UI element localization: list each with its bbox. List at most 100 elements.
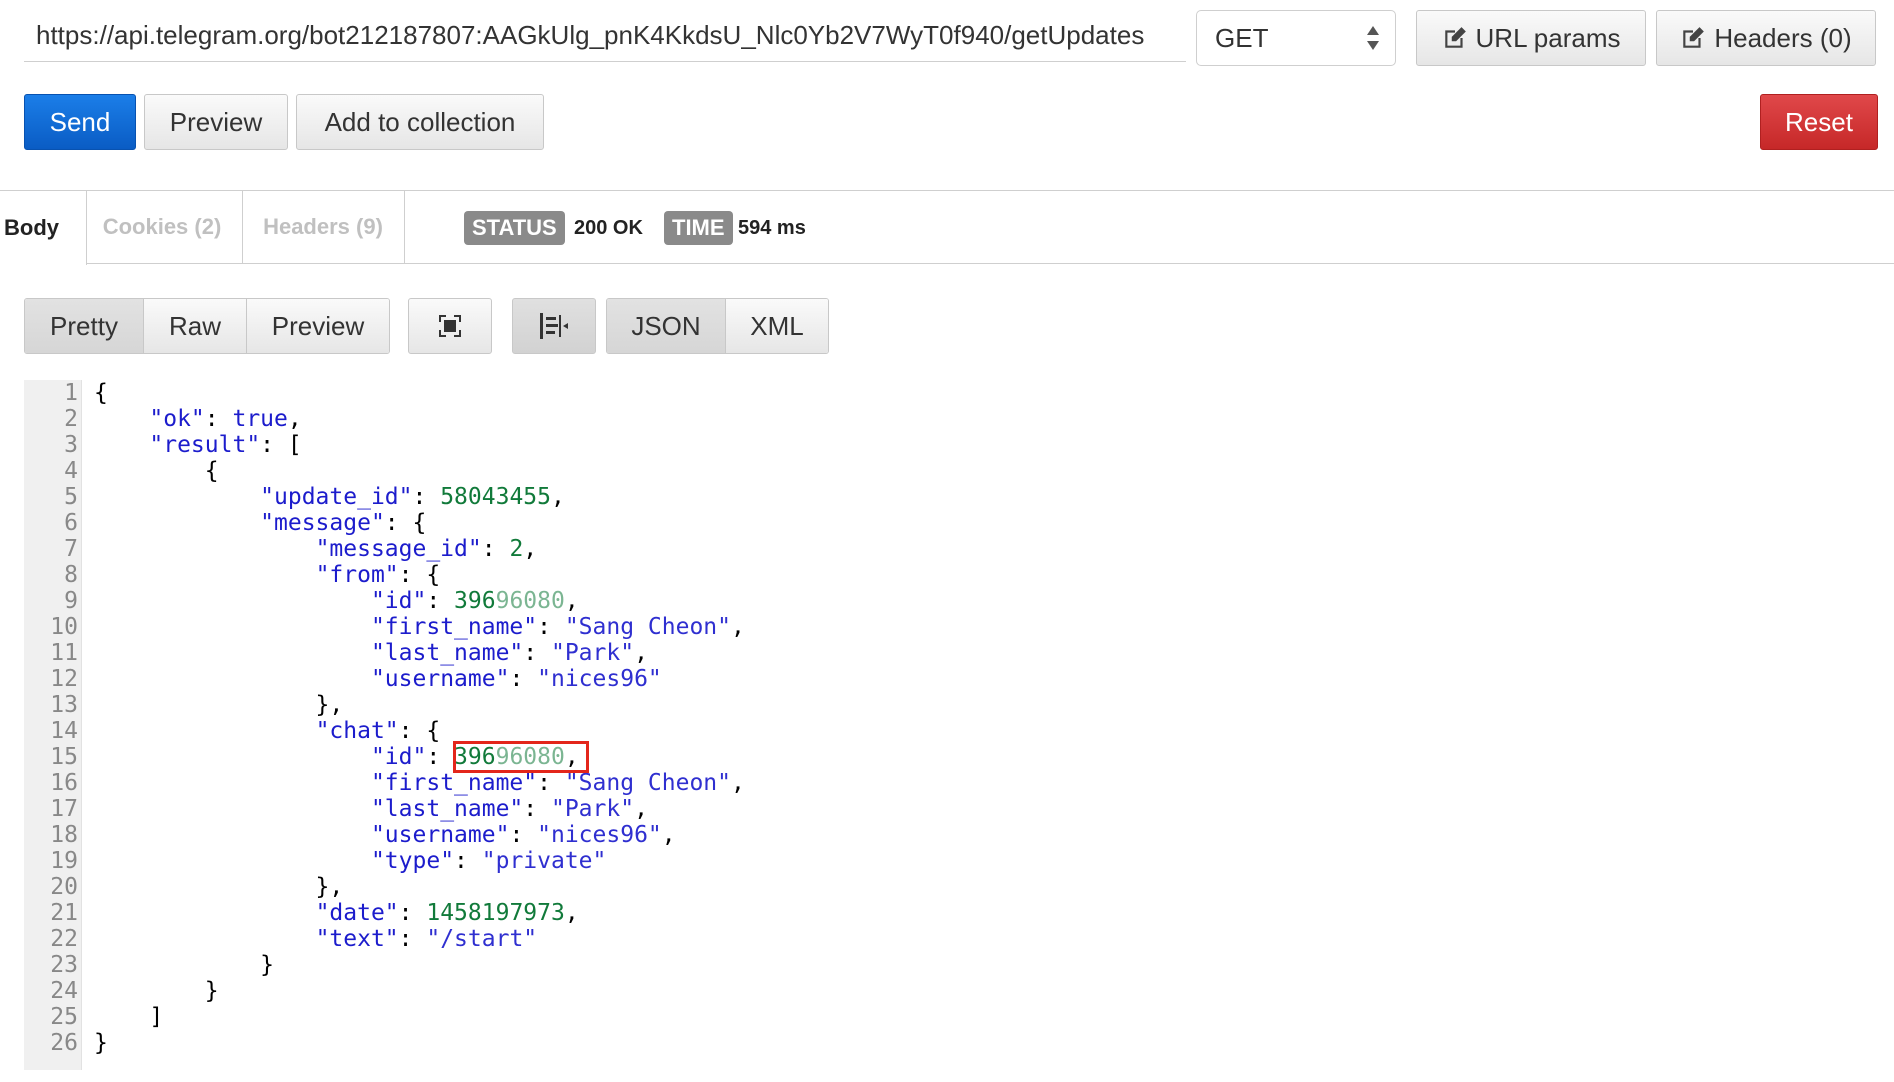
json-punctuation bbox=[94, 900, 316, 926]
json-punctuation bbox=[94, 640, 371, 666]
json-number: 96080 bbox=[495, 588, 565, 614]
json-key: "id" bbox=[370, 744, 427, 770]
json-punctuation: , bbox=[731, 614, 745, 640]
json-punctuation: : bbox=[537, 770, 565, 796]
code-line: 21 "date": 1458197973, bbox=[24, 900, 1024, 926]
preview-button[interactable]: Preview bbox=[144, 94, 288, 150]
line-number: 24 bbox=[50, 978, 78, 1004]
json-key: "id" bbox=[370, 588, 427, 614]
code-line: 11 "last_name": "Park", bbox=[24, 640, 1024, 666]
format-json-button[interactable]: JSON bbox=[607, 299, 726, 353]
code-line: 25 ] bbox=[24, 1004, 1024, 1030]
json-key: "last_name" bbox=[370, 796, 524, 822]
json-punctuation: : { bbox=[398, 718, 441, 744]
code-text: { bbox=[94, 380, 108, 406]
response-body-code[interactable]: 1{2 "ok": true, 3 "result": [4 {5 "update… bbox=[24, 380, 1024, 1056]
method-label: GET bbox=[1215, 22, 1269, 53]
status-value: 200 OK bbox=[574, 216, 643, 239]
line-number: 11 bbox=[50, 640, 78, 666]
edit-icon bbox=[1444, 27, 1466, 48]
send-button[interactable]: Send bbox=[24, 94, 136, 150]
response-tabs-bar: Body Cookies (2) Headers (9) STATUS 200 … bbox=[0, 190, 1894, 265]
json-punctuation bbox=[94, 796, 371, 822]
url-params-button[interactable]: URL params bbox=[1416, 10, 1646, 66]
line-number: 20 bbox=[50, 874, 78, 900]
line-number: 23 bbox=[50, 952, 78, 978]
headers-button[interactable]: Headers (0) bbox=[1656, 10, 1876, 66]
code-line: 8 "from": { bbox=[24, 562, 1024, 588]
view-pretty-button[interactable]: Pretty bbox=[25, 299, 144, 353]
json-punctuation bbox=[94, 432, 149, 458]
json-number: 2 bbox=[509, 536, 524, 562]
json-boolean: true bbox=[232, 406, 288, 432]
json-punctuation: { bbox=[94, 380, 108, 406]
status-badge: STATUS bbox=[464, 211, 565, 245]
json-punctuation bbox=[94, 484, 260, 510]
json-punctuation: : bbox=[426, 744, 455, 770]
code-line: 4 { bbox=[24, 458, 1024, 484]
json-string: "Sang Cheon" bbox=[564, 614, 731, 640]
code-text: "id": 39696080, bbox=[94, 588, 579, 614]
json-punctuation bbox=[94, 614, 371, 640]
code-text: "type": "private" bbox=[94, 848, 606, 874]
http-method-select[interactable]: GET bbox=[1196, 10, 1396, 66]
code-text: "last_name": "Park", bbox=[94, 796, 648, 822]
view-preview-button[interactable]: Preview bbox=[247, 299, 389, 353]
time-badge: TIME bbox=[664, 211, 733, 245]
url-params-label: URL params bbox=[1475, 22, 1621, 53]
json-key: "text" bbox=[315, 926, 399, 952]
format-xml-button[interactable]: XML bbox=[726, 299, 828, 353]
view-mode-group: Pretty Raw Preview bbox=[24, 298, 390, 354]
tab-headers[interactable]: Headers (9) bbox=[242, 191, 405, 263]
json-punctuation: : bbox=[509, 822, 538, 848]
code-text: "update_id": 58043455, bbox=[94, 484, 565, 510]
code-line: 22 "text": "/start" bbox=[24, 926, 1024, 952]
json-punctuation bbox=[94, 536, 316, 562]
expand-icon bbox=[439, 315, 461, 337]
view-raw-button[interactable]: Raw bbox=[144, 299, 247, 353]
code-line: 18 "username": "nices96", bbox=[24, 822, 1024, 848]
reset-button[interactable]: Reset bbox=[1760, 94, 1878, 150]
tab-body[interactable]: Body bbox=[0, 191, 87, 265]
json-number: 58043455 bbox=[440, 484, 551, 510]
code-line: 16 "first_name": "Sang Cheon", bbox=[24, 770, 1024, 796]
code-text: { bbox=[94, 458, 219, 484]
code-text: "chat": { bbox=[94, 718, 441, 744]
json-key: "ok" bbox=[149, 406, 205, 432]
line-number: 6 bbox=[64, 510, 78, 536]
add-to-collection-button[interactable]: Add to collection bbox=[296, 94, 544, 150]
code-line: 6 "message": { bbox=[24, 510, 1024, 536]
json-string: "Park" bbox=[550, 796, 635, 822]
code-line: 3 "result": [ bbox=[24, 432, 1024, 458]
line-number: 18 bbox=[50, 822, 78, 848]
json-punctuation: , bbox=[523, 536, 538, 562]
json-punctuation: : bbox=[454, 848, 482, 874]
line-number: 5 bbox=[64, 484, 78, 510]
line-number: 25 bbox=[50, 1004, 78, 1030]
request-url-input[interactable]: https://api.telegram.org/bot212187807:AA… bbox=[24, 10, 1186, 62]
code-text: "ok": true, bbox=[94, 406, 301, 432]
line-number: 17 bbox=[50, 796, 78, 822]
code-text: "text": "/start" bbox=[94, 926, 538, 952]
json-punctuation: : bbox=[509, 666, 538, 692]
code-line: 13 }, bbox=[24, 692, 1024, 718]
select-arrows-icon bbox=[1367, 24, 1379, 52]
json-punctuation bbox=[94, 666, 371, 692]
line-number: 1 bbox=[64, 380, 78, 406]
json-string: "Park" bbox=[550, 640, 635, 666]
expand-button[interactable] bbox=[408, 298, 492, 354]
line-number: 12 bbox=[50, 666, 78, 692]
code-line: 19 "type": "private" bbox=[24, 848, 1024, 874]
code-text: "first_name": "Sang Cheon", bbox=[94, 614, 745, 640]
json-key: "message" bbox=[260, 510, 385, 536]
line-number: 3 bbox=[64, 432, 78, 458]
format-group: JSON XML bbox=[606, 298, 829, 354]
wrap-lines-icon bbox=[540, 313, 568, 339]
json-key: "type" bbox=[370, 848, 455, 874]
wrap-lines-button[interactable] bbox=[512, 298, 596, 354]
tab-cookies[interactable]: Cookies (2) bbox=[82, 191, 243, 263]
json-string: "/start" bbox=[426, 926, 538, 952]
json-key: "result" bbox=[149, 432, 261, 458]
line-number: 14 bbox=[50, 718, 78, 744]
code-text: } bbox=[94, 978, 219, 1004]
